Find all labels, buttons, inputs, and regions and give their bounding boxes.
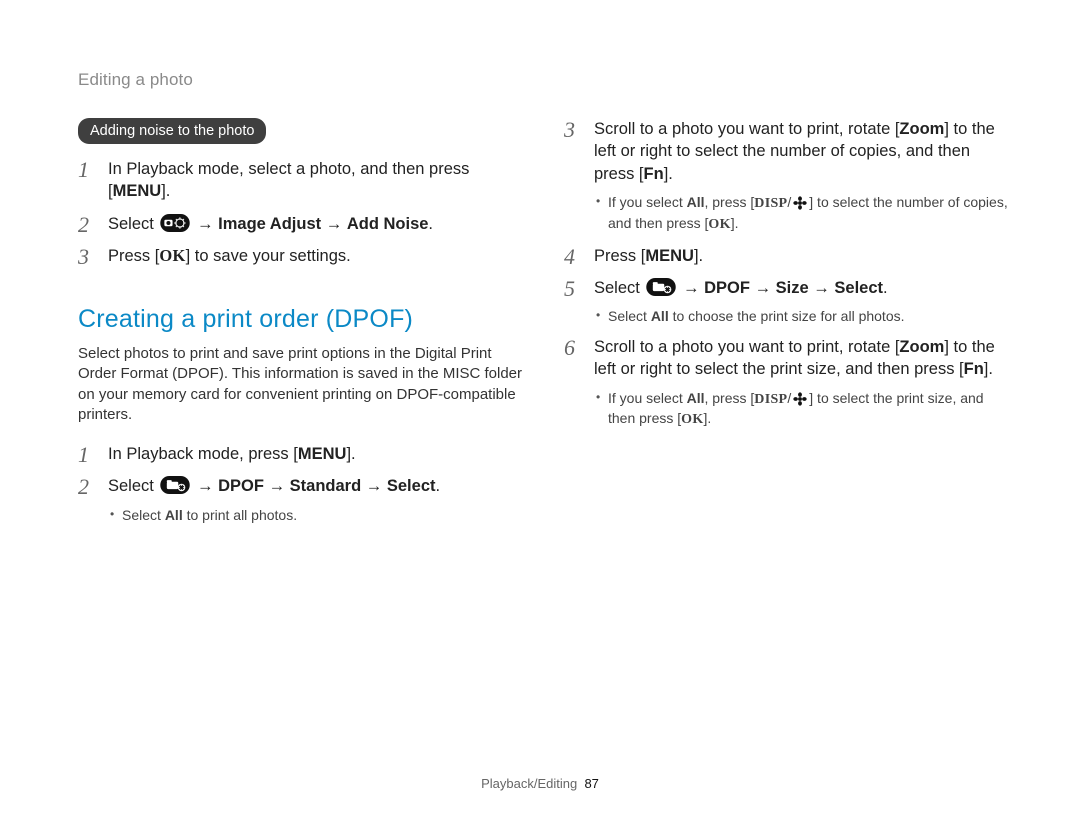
columns: Adding noise to the photo In Playback mo…	[78, 118, 1010, 544]
r-step-4: Press [MENU].	[564, 245, 1010, 267]
sub-bullet: If you select All, press [DISP/] to sele…	[594, 389, 1010, 431]
step-2: Select → Image Adjust → Add Noise.	[78, 213, 524, 235]
file-icon	[646, 278, 676, 296]
dpof-step-2: Select → DPOF → Standard → Select. Selec…	[78, 475, 524, 524]
steps-list-noise: In Playback mode, select a photo, and th…	[78, 158, 524, 267]
r-step-6: Scroll to a photo you want to print, rot…	[564, 336, 1010, 430]
right-column: Scroll to a photo you want to print, rot…	[564, 118, 1010, 544]
fn-key: Fn	[644, 165, 664, 183]
sub-bullets: If you select All, press [DISP/] to sele…	[594, 193, 1010, 235]
sub-bullet: Select All to choose the print size for …	[594, 307, 1010, 326]
file-icon	[160, 476, 190, 494]
section-intro: Select photos to print and save print op…	[78, 344, 524, 425]
step-3: Press [OK] to save your settings.	[78, 245, 524, 267]
footer: Playback/Editing 87	[0, 776, 1080, 791]
disp-key: DISP	[754, 196, 787, 211]
sub-bullets: If you select All, press [DISP/] to sele…	[594, 389, 1010, 431]
subheading-pill: Adding noise to the photo	[78, 118, 266, 144]
ok-key: OK	[681, 412, 703, 427]
menu-key: MENU	[298, 445, 347, 463]
dpof-step-1: In Playback mode, press [MENU].	[78, 443, 524, 465]
page: Editing a photo Adding noise to the phot…	[0, 0, 1080, 815]
disp-key: DISP	[754, 392, 787, 407]
ok-key: OK	[159, 246, 185, 265]
sub-bullet: If you select All, press [DISP/] to sele…	[594, 193, 1010, 235]
section-title: Creating a print order (DPOF)	[78, 305, 524, 334]
ok-key: OK	[708, 217, 730, 232]
fn-key: Fn	[964, 360, 984, 378]
flower-icon	[793, 196, 807, 210]
steps-list-dpof: In Playback mode, press [MENU]. Select →…	[78, 443, 524, 524]
r-step-3: Scroll to a photo you want to print, rot…	[564, 118, 1010, 235]
menu-key: MENU	[645, 247, 694, 265]
left-column: Adding noise to the photo In Playback mo…	[78, 118, 524, 544]
menu-key: MENU	[113, 182, 162, 200]
footer-section: Playback/Editing	[481, 776, 577, 791]
sub-bullets: Select All to choose the print size for …	[594, 307, 1010, 326]
r-step-5: Select → DPOF → Size → Select. Select Al…	[564, 277, 1010, 326]
sub-bullets: Select All to print all photos.	[108, 506, 524, 525]
flower-icon	[793, 392, 807, 406]
step-1: In Playback mode, select a photo, and th…	[78, 158, 524, 203]
steps-list-right: Scroll to a photo you want to print, rot…	[564, 118, 1010, 430]
sub-bullet: Select All to print all photos.	[108, 506, 524, 525]
settings-icon	[160, 214, 190, 232]
page-title: Editing a photo	[78, 70, 1010, 90]
page-number: 87	[584, 776, 598, 791]
